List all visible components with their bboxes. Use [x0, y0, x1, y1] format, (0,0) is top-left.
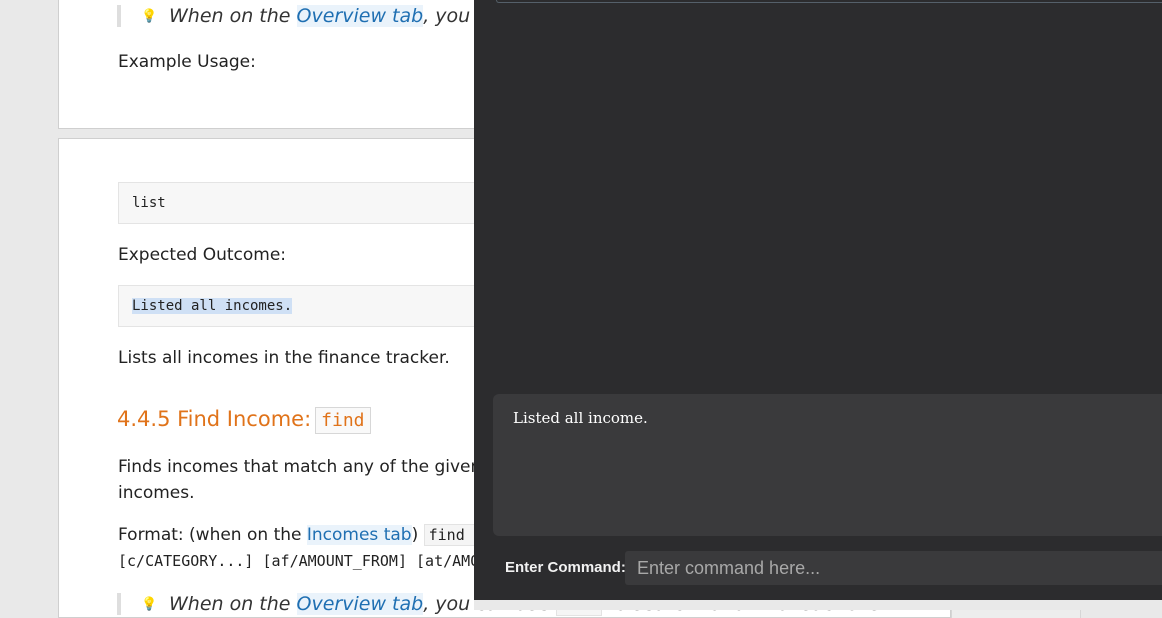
expected-outcome-label: Expected Outcome: — [118, 245, 287, 265]
result-display: Listed all income. — [493, 394, 1162, 536]
result-message: Listed all income. — [513, 409, 648, 427]
lightbulb-icon: 💡 — [141, 9, 158, 24]
finance-tracker-window: Listed all income. Enter Command: — [474, 0, 1162, 600]
finds-description-line2: incomes. — [118, 483, 195, 503]
command-input[interactable] — [625, 551, 1162, 585]
finds-description-line1: Finds incomes that match any of the give… — [118, 457, 517, 477]
lists-description: Lists all incomes in the finance tracker… — [118, 348, 450, 368]
window-bottom-gap — [474, 600, 1162, 610]
find-income-heading: 4.4.5 Find Income: find — [117, 407, 371, 434]
overview-tab-link-2[interactable]: Overview tab — [296, 593, 424, 615]
list-panel-edge — [496, 0, 1162, 3]
command-label: Enter Command: — [505, 559, 626, 576]
tip-overview-top: 💡 When on the Overview tab, you can — [117, 5, 510, 27]
overview-tab-link[interactable]: Overview tab — [296, 5, 424, 27]
example-usage-label: Example Usage: — [118, 52, 256, 72]
format-line-2: [c/CATEGORY...] [af/AMOUNT_FROM] [at/AMO — [118, 552, 480, 570]
format-line: Format: (when on the Incomes tab) find [… — [118, 524, 506, 546]
incomes-tab-link[interactable]: Incomes tab — [306, 525, 412, 545]
